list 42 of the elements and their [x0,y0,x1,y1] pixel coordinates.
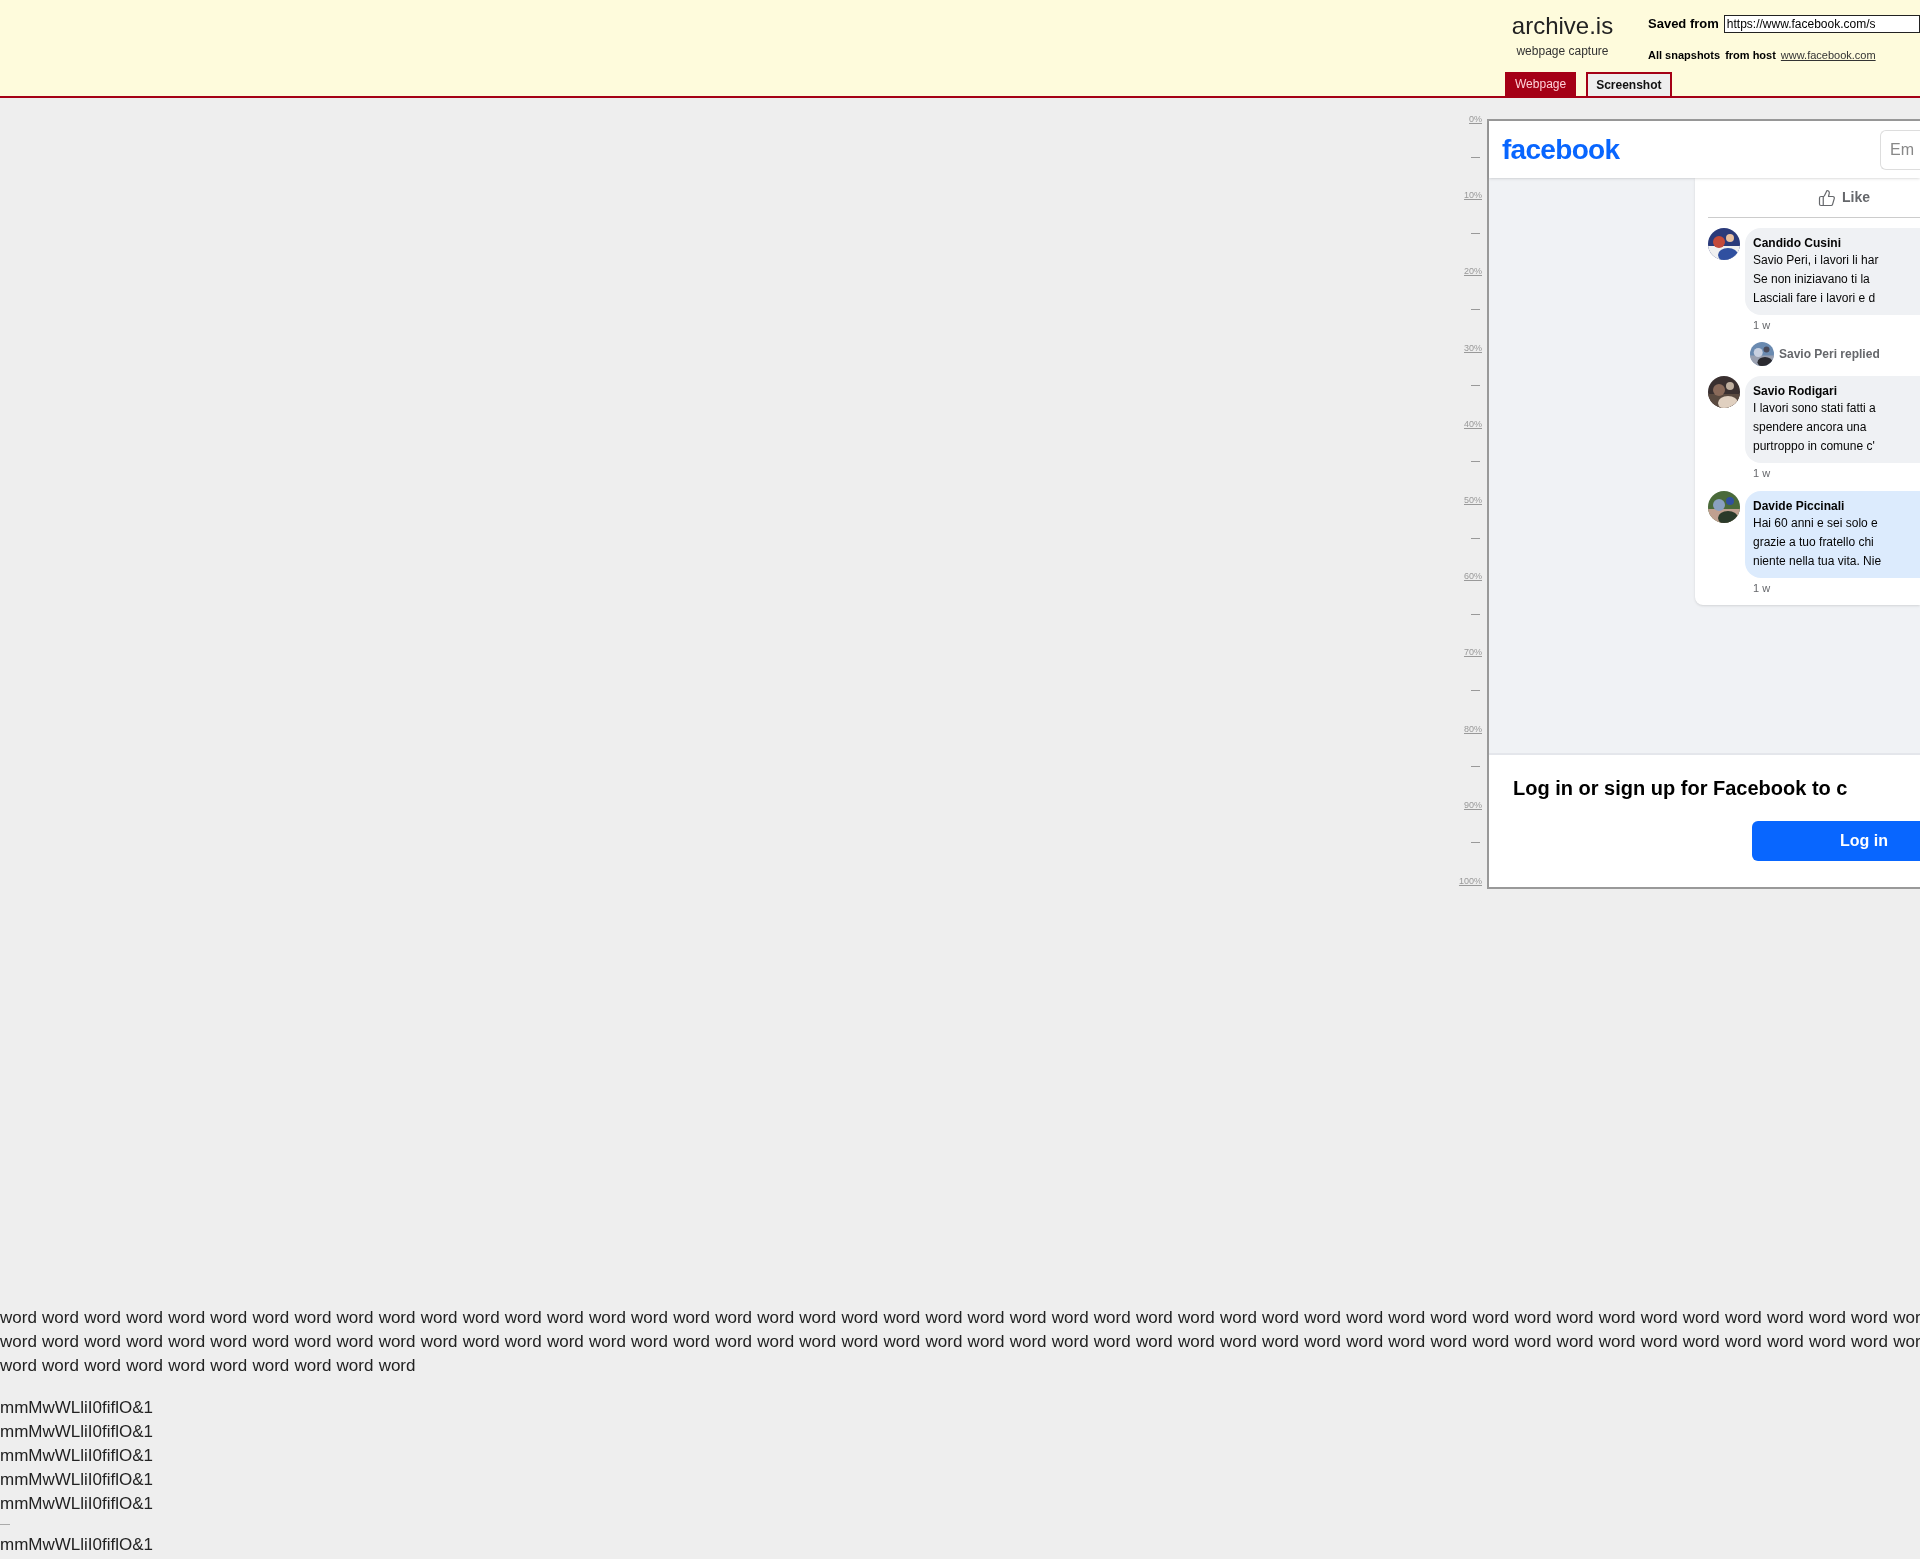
glyph-sample-line: mmMwWLliI0fiflO&1 [0,1397,154,1419]
ruler-tick [1471,232,1480,234]
comment-time[interactable]: 1 w [1745,464,1771,481]
ruler-tick [1471,385,1480,387]
glyph-sample-line: mmMwWLliI0fiflO&1 [0,1445,154,1467]
ruler-tick [1471,766,1480,768]
tab[interactable]: Webpage [1505,72,1577,96]
tab[interactable]: Screenshot [1586,72,1672,96]
ruler-tick [1471,613,1480,615]
ruler-tick [1471,156,1480,158]
site-logo[interactable]: archive.is [1511,12,1614,40]
comment-time[interactable]: 1 w [1745,580,1771,597]
glyph-sample-line: mmMwWLliI0fiflO&1 [0,1534,154,1556]
comment-text: Hai 60 anni e sei solo e grazie a tuo fratello chi niente nella tua vita. Nie [1753,515,1883,570]
glyph-sample-line: mmMwWLliI0fiflO&1 [0,1421,154,1443]
login-prompt: Log in or sign up for Facebook to c [1513,776,1849,801]
like-button[interactable]: Like [1818,187,1870,208]
glyph-sample-line: mmMwWLliI0fiflO&1 [0,1493,154,1515]
replies-link[interactable]: Savio Peri replied [1779,344,1880,363]
email-field[interactable]: Em [1880,129,1920,170]
all-snapshots-label: All snapshots [1648,47,1721,63]
login-button[interactable]: Log in [1752,821,1920,861]
comment-text: Savio Peri, i lavori li har Se non iniziavano ti la Lasciali fare i lavori e d [1753,252,1880,307]
host-link[interactable]: www.facebook.com [1780,46,1876,63]
ruler-tick [1471,689,1480,691]
comment-text: I lavori sono stati fatti a spendere ancora una purtroppo in comune c' [1753,399,1877,455]
glyph-sample-line: mmMwWLliI0fiflO&1 [0,1469,154,1491]
facebook-logo[interactable]: facebook [1502,128,1620,171]
ruler-tick [1471,842,1480,844]
site-tagline: webpage capture [1516,43,1609,60]
comment-author[interactable]: Davide Piccinali [1753,498,1912,514]
ruler-tick [1471,461,1480,463]
comment-author[interactable]: Savio Rodigari [1753,382,1912,399]
ruler-tick [1471,308,1480,310]
ruler-tick [1471,537,1480,539]
comment-author[interactable]: Candido Cusini [1753,235,1912,251]
saved-from-label: Saved from [1648,15,1719,33]
url-field[interactable]: https://www.facebook.com/s [1723,14,1920,33]
thumbs-up-icon [1818,188,1836,207]
comment-time[interactable]: 1 w [1745,317,1771,334]
from-host-label: from host [1725,47,1776,63]
sample-paragraph: word word word word word word word word word word word word word word word word word word word word word word word word word word word word word word word word word word word word word word word word word word word word word wor word word word word word word word word word word word word word word word word word word word word word word word word word word word word word word word word word word word word word word word word word word word word word wor word word word word word word word word word word [0,1307,1920,1377]
